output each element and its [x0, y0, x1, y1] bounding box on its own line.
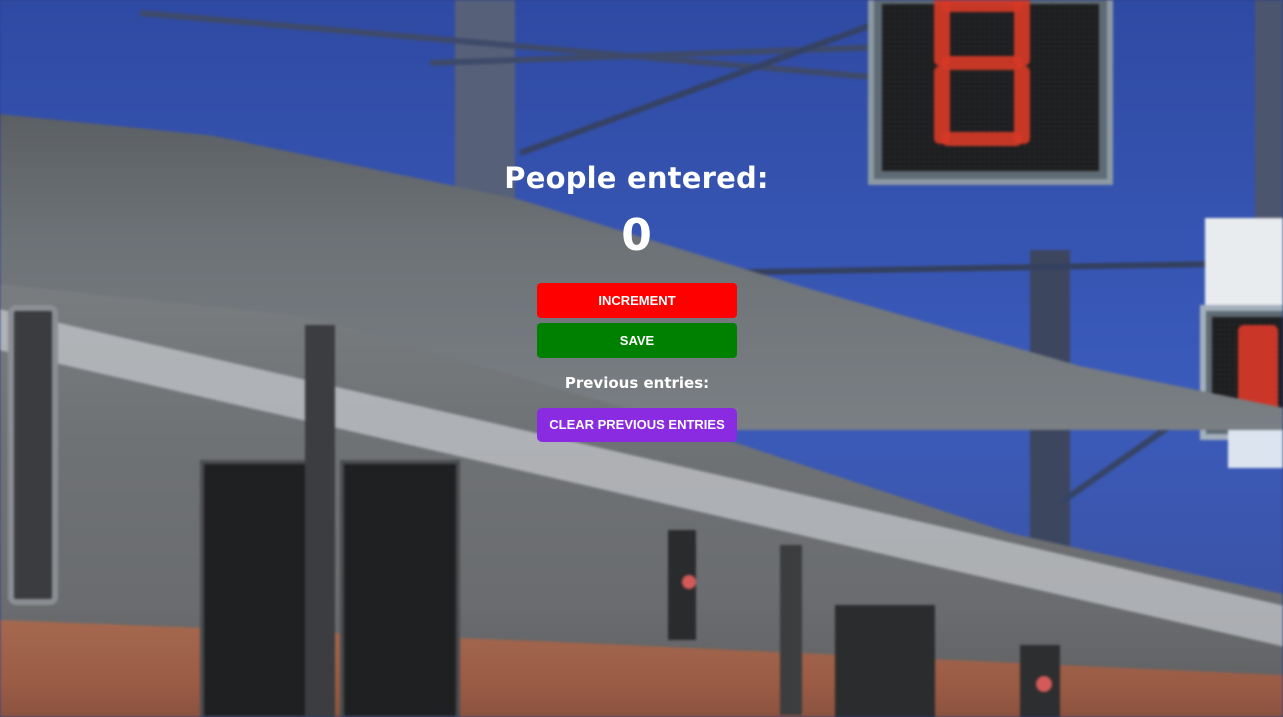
save-button[interactable]: SAVE: [537, 323, 737, 358]
people-counter-app: People entered: 0 INCREMENT SAVE Previou…: [0, 0, 1283, 717]
previous-entries-label: Previous entries:: [564, 374, 710, 392]
page-title: People entered:: [504, 161, 769, 195]
increment-button[interactable]: INCREMENT: [537, 283, 737, 318]
count-display: 0: [621, 210, 652, 261]
clear-previous-entries-button[interactable]: CLEAR PREVIOUS ENTRIES: [537, 408, 737, 442]
